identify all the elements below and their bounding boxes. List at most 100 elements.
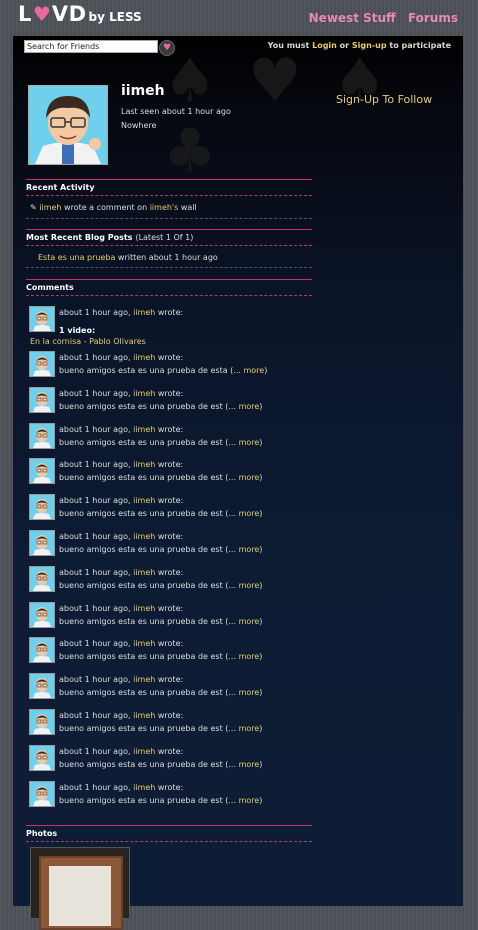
photos-title: Photos [26, 829, 58, 838]
comment-more-link[interactable]: more [239, 473, 260, 482]
signup-to-follow-link[interactable]: Sign-Up To Follow [336, 93, 432, 106]
comment-body: bueno amigos esta es una prueba de est (… [59, 473, 237, 482]
comment-close-paren: ) [259, 652, 263, 661]
comment-body: bueno amigos esta es una prueba de est (… [59, 796, 237, 805]
search-button[interactable]: ♥ [159, 40, 175, 56]
nav-newest-stuff[interactable]: Newest Stuff [309, 11, 396, 25]
logo-letter: L [18, 2, 32, 26]
photo-thumbnail[interactable] [30, 847, 130, 930]
nav-forums[interactable]: Forums [408, 11, 458, 25]
comment-author-link[interactable]: iimeh [133, 389, 155, 398]
activity-object: wall [180, 203, 197, 212]
comment-avatar[interactable] [29, 602, 55, 628]
comment-close-paren: ) [259, 760, 263, 769]
login-link[interactable]: Login [312, 41, 337, 50]
login-or: or [339, 41, 350, 50]
comment-avatar[interactable] [29, 566, 55, 592]
comment-author-link[interactable]: iimeh [133, 425, 155, 434]
comment-avatar[interactable] [29, 709, 55, 735]
comment-avatar[interactable] [29, 745, 55, 771]
comment-avatar[interactable] [29, 351, 55, 377]
comment-text: bueno amigos esta es una prueba de est (… [59, 796, 262, 805]
login-suffix: to participate [389, 41, 451, 50]
comment-author-link[interactable]: iimeh [133, 308, 155, 317]
comment-verb: wrote: [157, 639, 184, 648]
comment-item: about 1 hour ago, iimeh wrote: bueno amig… [29, 709, 309, 741]
heart-icon: ♥ [162, 43, 172, 53]
profile-last-seen: Last seen about 1 hour ago [121, 107, 231, 116]
comment-more-link[interactable]: more [239, 581, 260, 590]
comment-author-link[interactable]: iimeh [133, 532, 155, 541]
comment-author-link[interactable]: iimeh [133, 568, 155, 577]
activity-target-link[interactable]: iimeh's [150, 203, 179, 212]
comment-body: bueno amigos esta es una prueba de est (… [59, 724, 237, 733]
blog-post-meta: written about 1 hour ago [117, 253, 218, 262]
comment-meta: about 1 hour ago, iimeh wrote: [59, 425, 183, 434]
comment-time: about 1 hour ago, [59, 675, 131, 684]
comment-more-link[interactable]: more [239, 509, 260, 518]
comment-author-link[interactable]: iimeh [133, 675, 155, 684]
comment-author-link[interactable]: iimeh [133, 711, 155, 720]
comment-author-link[interactable]: iimeh [133, 747, 155, 756]
comment-text: bueno amigos esta es una prueba de est (… [59, 509, 262, 518]
comment-author-link[interactable]: iimeh [133, 783, 155, 792]
comment-verb: wrote: [157, 532, 184, 541]
comment-author-link[interactable]: iimeh [133, 353, 155, 362]
comment-avatar[interactable] [29, 458, 55, 484]
comment-close-paren: ) [259, 473, 263, 482]
comment-close-paren: ) [259, 581, 263, 590]
blog-posts-count: (Latest 1 Of 1) [135, 233, 194, 242]
comment-body: bueno amigos esta es una prueba de est (… [59, 652, 237, 661]
signup-link[interactable]: Sign-up [352, 41, 387, 50]
divider [26, 267, 312, 268]
comment-body: bueno amigos esta es una prueba de esta … [59, 366, 241, 375]
comment-close-paren: ) [259, 724, 263, 733]
comment-author-link[interactable]: iimeh [133, 639, 155, 648]
comment-avatar[interactable] [29, 494, 55, 520]
comment-more-link[interactable]: more [243, 366, 264, 375]
profile-avatar[interactable] [28, 85, 108, 165]
search-input[interactable]: Search for Friends [24, 40, 158, 53]
blog-post-link[interactable]: Esta es una prueba [38, 253, 115, 262]
comment-meta: about 1 hour ago, iimeh wrote: [59, 568, 183, 577]
activity-actor-link[interactable]: iimeh [39, 203, 61, 212]
comment-more-link[interactable]: more [239, 652, 260, 661]
comment-more-link[interactable]: more [239, 402, 260, 411]
site-logo[interactable]: L ♥ VD by LESS [18, 2, 142, 26]
comment-body: bueno amigos esta es una prueba de est (… [59, 760, 237, 769]
comment-time: about 1 hour ago, [59, 460, 131, 469]
comment-item: about 1 hour ago, iimeh wrote: bueno amig… [29, 494, 309, 526]
comment-time: about 1 hour ago, [59, 425, 131, 434]
comment-author-link[interactable]: iimeh [133, 460, 155, 469]
comment-verb: wrote: [157, 353, 184, 362]
comment-more-link[interactable]: more [239, 688, 260, 697]
profile-location: Nowhere [121, 121, 157, 130]
comment-avatar[interactable] [29, 530, 55, 556]
comment-avatar[interactable] [29, 637, 55, 663]
comment-author-link[interactable]: iimeh [133, 604, 155, 613]
comment-verb: wrote: [157, 604, 184, 613]
comment-avatar[interactable] [29, 781, 55, 807]
comment-avatar[interactable] [29, 673, 55, 699]
photo-frame [39, 856, 123, 930]
comment-meta: about 1 hour ago, iimeh wrote: [59, 496, 183, 505]
profile-username: iimeh [121, 83, 165, 99]
comment-more-link[interactable]: more [239, 760, 260, 769]
comment-more-link[interactable]: more [239, 724, 260, 733]
comment-more-link[interactable]: more [239, 617, 260, 626]
comment-more-link[interactable]: more [239, 438, 260, 447]
comment-avatar[interactable] [29, 387, 55, 413]
comment-meta: about 1 hour ago, iimeh wrote: [59, 532, 183, 541]
comment-avatar[interactable] [29, 423, 55, 449]
login-prefix: You must [267, 41, 310, 50]
divider [26, 218, 312, 219]
comment-author-link[interactable]: iimeh [133, 496, 155, 505]
comment-time: about 1 hour ago, [59, 532, 131, 541]
comment-body: bueno amigos esta es una prueba de est (… [59, 438, 237, 447]
comment-more-link[interactable]: more [239, 545, 260, 554]
comment-more-link[interactable]: more [239, 796, 260, 805]
video-link[interactable]: En la cornisa - Pablo Olivares [30, 337, 146, 346]
comment-verb: wrote: [157, 425, 184, 434]
comment-verb: wrote: [157, 711, 184, 720]
comment-avatar[interactable] [29, 306, 55, 332]
